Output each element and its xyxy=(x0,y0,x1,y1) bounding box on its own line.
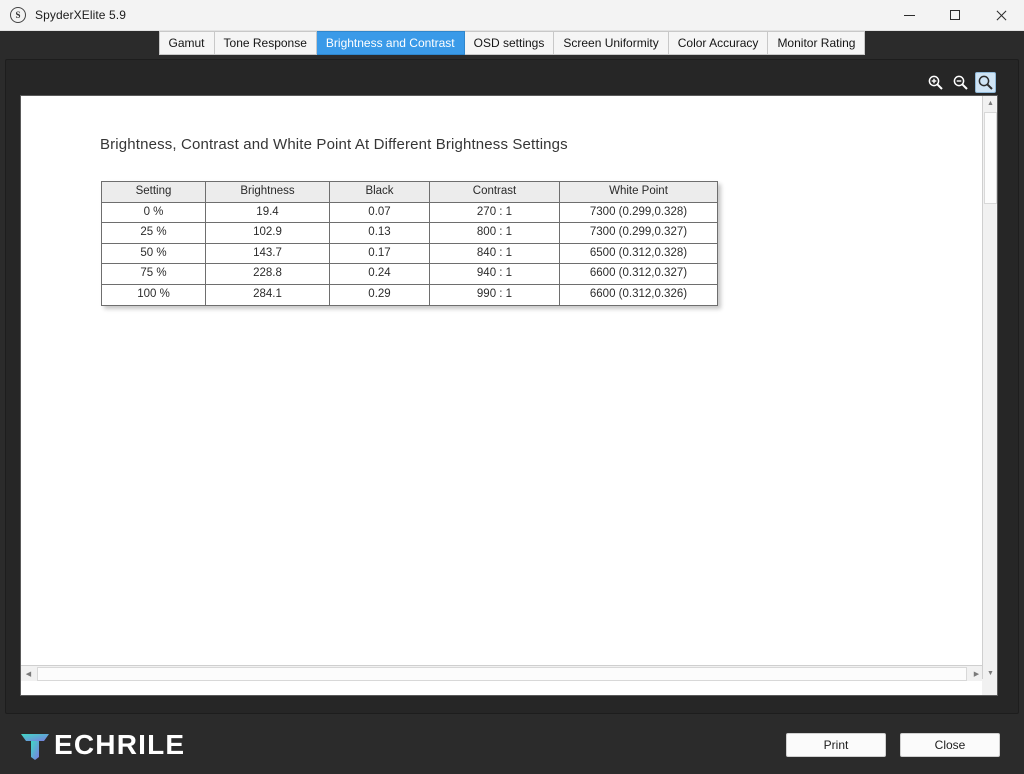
cell-brightness: 143.7 xyxy=(205,242,330,265)
cell-black: 0.24 xyxy=(329,263,430,285)
window-controls xyxy=(886,0,1024,31)
vertical-scrollbar[interactable]: ▲ ▼ xyxy=(982,96,997,681)
scroll-left-arrow[interactable]: ◀ xyxy=(21,666,36,681)
column-header-contrast: Contrast xyxy=(429,181,560,203)
close-icon xyxy=(996,10,1007,21)
table-row: 75 % 228.8 0.24 940 : 1 6600 (0.312,0.32… xyxy=(101,263,718,285)
cell-brightness: 19.4 xyxy=(205,201,330,224)
cell-contrast: 800 : 1 xyxy=(429,222,560,244)
zoom-actual-size-icon xyxy=(978,75,993,90)
report-tabs: Gamut Tone Response Brightness and Contr… xyxy=(158,31,866,55)
footer-buttons: Print Close xyxy=(786,732,1000,757)
cell-setting: 100 % xyxy=(101,283,206,306)
tab-label: OSD settings xyxy=(473,36,545,50)
zoom-in-button[interactable] xyxy=(925,72,946,93)
tab-osd-settings[interactable]: OSD settings xyxy=(464,31,555,55)
tab-label: Tone Response xyxy=(223,36,307,50)
maximize-icon xyxy=(950,10,960,20)
tab-strip: Gamut Tone Response Brightness and Contr… xyxy=(0,31,1024,57)
table-row: 25 % 102.9 0.13 800 : 1 7300 (0.299,0.32… xyxy=(101,222,718,244)
footer-bar: ECHRILE Print Close xyxy=(0,715,1024,774)
zoom-toolbar xyxy=(925,72,996,93)
tab-label: Color Accuracy xyxy=(677,36,759,50)
minimize-button[interactable] xyxy=(886,0,932,31)
cell-black: 0.17 xyxy=(329,242,430,265)
maximize-button[interactable] xyxy=(932,0,978,31)
page-title: Brightness, Contrast and White Point At … xyxy=(100,136,568,153)
cell-brightness: 284.1 xyxy=(205,283,330,306)
cell-black: 0.29 xyxy=(329,283,430,306)
tab-label: Brightness and Contrast xyxy=(325,36,455,50)
tab-color-accuracy[interactable]: Color Accuracy xyxy=(668,31,769,55)
document-viewer: Brightness, Contrast and White Point At … xyxy=(20,95,998,696)
zoom-actual-size-button[interactable] xyxy=(975,72,996,93)
cell-white-point: 6600 (0.312,0.326) xyxy=(559,283,718,306)
scroll-up-arrow[interactable]: ▲ xyxy=(983,96,998,111)
spyderx-elite-window: S SpyderXElite 5.9 Gamut Tone Response B… xyxy=(0,0,1024,774)
techrile-logo: ECHRILE xyxy=(18,730,185,760)
report-panel: Brightness, Contrast and White Point At … xyxy=(5,59,1019,714)
tab-gamut[interactable]: Gamut xyxy=(158,31,215,55)
minimize-icon xyxy=(903,14,915,16)
table-header: Setting Brightness Black Contrast White … xyxy=(101,181,718,203)
vertical-scroll-thumb[interactable] xyxy=(984,112,997,204)
cell-contrast: 840 : 1 xyxy=(429,242,560,265)
horizontal-scrollbar[interactable]: ◀ ▶ xyxy=(21,665,984,681)
scrollbar-corner xyxy=(982,679,997,695)
table-row: 100 % 284.1 0.29 990 : 1 6600 (0.312,0.3… xyxy=(101,283,718,306)
techrile-logo-icon xyxy=(21,733,49,760)
cell-black: 0.07 xyxy=(329,201,430,224)
cell-brightness: 228.8 xyxy=(205,263,330,285)
cell-white-point: 7300 (0.299,0.328) xyxy=(559,201,718,224)
cell-contrast: 940 : 1 xyxy=(429,263,560,285)
window-titlebar: S SpyderXElite 5.9 xyxy=(0,0,1024,31)
tab-screen-uniformity[interactable]: Screen Uniformity xyxy=(554,31,669,55)
tab-label: Screen Uniformity xyxy=(563,36,659,50)
horizontal-scroll-thumb[interactable] xyxy=(37,667,967,681)
cell-contrast: 270 : 1 xyxy=(429,201,560,224)
cell-setting: 75 % xyxy=(101,263,206,285)
table-header-row: Setting Brightness Black Contrast White … xyxy=(101,181,718,203)
table-body: 0 % 19.4 0.07 270 : 1 7300 (0.299,0.328)… xyxy=(101,201,718,306)
table-row: 50 % 143.7 0.17 840 : 1 6500 (0.312,0.32… xyxy=(101,242,718,265)
spyder-s-icon: S xyxy=(10,7,26,23)
zoom-out-button[interactable] xyxy=(950,72,971,93)
techrile-logo-text: ECHRILE xyxy=(54,728,186,760)
window-title: SpyderXElite 5.9 xyxy=(35,8,126,22)
column-header-black: Black xyxy=(329,181,430,203)
column-header-setting: Setting xyxy=(101,181,206,203)
zoom-in-icon xyxy=(928,75,943,90)
cell-setting: 50 % xyxy=(101,242,206,265)
cell-setting: 0 % xyxy=(101,201,206,224)
cell-setting: 25 % xyxy=(101,222,206,244)
cell-black: 0.13 xyxy=(329,222,430,244)
brightness-contrast-table: Setting Brightness Black Contrast White … xyxy=(101,181,718,306)
tab-monitor-rating[interactable]: Monitor Rating xyxy=(768,31,866,55)
cell-white-point: 6500 (0.312,0.328) xyxy=(559,242,718,265)
report-page: Brightness, Contrast and White Point At … xyxy=(21,96,984,681)
close-report-button[interactable]: Close xyxy=(900,732,1000,757)
tab-label: Gamut xyxy=(168,36,205,50)
cell-brightness: 102.9 xyxy=(205,222,330,244)
table-row: 0 % 19.4 0.07 270 : 1 7300 (0.299,0.328) xyxy=(101,201,718,224)
cell-contrast: 990 : 1 xyxy=(429,283,560,306)
cell-white-point: 7300 (0.299,0.327) xyxy=(559,222,718,244)
print-button[interactable]: Print xyxy=(786,732,886,757)
tab-tone-response[interactable]: Tone Response xyxy=(214,31,317,55)
column-header-brightness: Brightness xyxy=(205,181,330,203)
column-header-white-point: White Point xyxy=(559,181,718,203)
tab-label: Monitor Rating xyxy=(777,36,856,50)
tab-brightness-and-contrast[interactable]: Brightness and Contrast xyxy=(316,31,465,55)
zoom-out-icon xyxy=(953,75,968,90)
close-button[interactable] xyxy=(978,0,1024,31)
brightness-table-wrapper: Setting Brightness Black Contrast White … xyxy=(101,181,718,306)
cell-white-point: 6600 (0.312,0.327) xyxy=(559,263,718,285)
